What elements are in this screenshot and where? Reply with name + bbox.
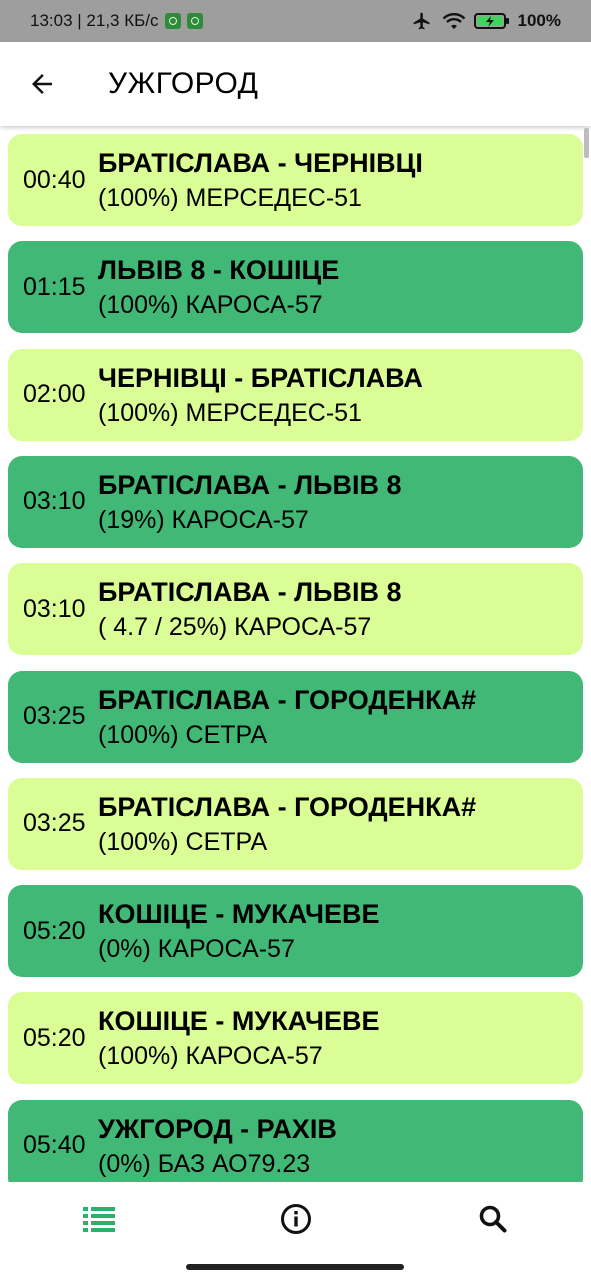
trip-route: БРАТІСЛАВА - ЧЕРНІВЦІ [98, 148, 423, 178]
trip-route: БРАТІСЛАВА - ЛЬВІВ 8 [98, 469, 402, 500]
trip-bus: (0%) БАЗ АО79.23 [98, 1149, 311, 1178]
trip-card[interactable]: 00:40 БРАТІСЛАВА - ЧЕРНІВЦІ (100%) МЕРСЕДЕ… [8, 134, 583, 226]
trip-time: 00:40 [23, 165, 86, 194]
info-icon [280, 1204, 311, 1234]
nav-search-button[interactable] [443, 1182, 543, 1256]
app-bar: УЖГОРОД [0, 42, 591, 126]
trip-bus: ( 4.7 / 25%) КАРОСА-57 [98, 613, 372, 642]
trip-info: КОШІЦЕ - МУКАЧЕВЕ (100%) КАРОСА-57 [98, 1003, 380, 1073]
trip-route: КОШІЦЕ - МУКАЧЕВЕ [98, 899, 380, 930]
trip-card[interactable]: 03:25 БРАТІСЛАВА - ГОРОДЕНКА# (100%) СЕТРА [8, 670, 583, 763]
trip-route: ЧЕРНІВЦІ - БРАТІСЛАВА [98, 362, 423, 393]
trip-card[interactable]: 05:20 КОШІЦЕ - МУКАЧЕВЕ (0%) КАРОСА-57 [8, 885, 583, 978]
trip-list[interactable]: 00:40 БРАТІСЛАВА - ЧЕРНІВЦІ (100%) МЕРСЕДЕ… [0, 126, 591, 1182]
trip-info: БРАТІСЛАВА - ГОРОДЕНКА# (100%) СЕТРА [98, 789, 476, 859]
trip-time: 03:25 [23, 702, 86, 730]
status-left: 13:03 | 21,3 КБ/с [30, 11, 203, 31]
back-button[interactable] [0, 42, 84, 126]
search-icon [479, 1205, 506, 1233]
trip-route: ЛЬВІВ 8 - КОШІЦЕ [98, 255, 340, 286]
trip-card[interactable]: 03:25 БРАТІСЛАВА - ГОРОДЕНКА# (100%) СЕТРА [8, 777, 583, 870]
home-indicator[interactable] [186, 1264, 404, 1270]
wifi-icon [442, 13, 465, 29]
trip-time: 03:10 [23, 594, 86, 623]
app-notification-icon [164, 13, 181, 29]
trip-card[interactable]: 02:00 ЧЕРНІВЦІ - БРАТІСЛАВА (100%) МЕРСЕДЕ… [8, 348, 583, 441]
trip-route: КОШІЦЕ - МУКАЧЕВЕ [98, 1006, 380, 1037]
trip-bus: (100%) СЕТРА [98, 720, 268, 749]
trip-bus: (0%) КАРОСА-57 [98, 935, 295, 964]
trip-bus: (19%) КАРОСА-57 [98, 505, 309, 534]
page-title: УЖГОРОД [108, 67, 259, 100]
list-icon [82, 1207, 115, 1232]
airplane-icon [413, 12, 430, 30]
battery-charging-icon [473, 13, 509, 29]
trip-card[interactable]: 05:40 УЖГОРОД - РАХІВ (0%) БАЗ АО79.23 [8, 1099, 583, 1182]
trip-time: 05:20 [23, 1023, 86, 1052]
trip-time: 05:20 [23, 916, 86, 945]
trip-info: ЛЬВІВ 8 - КОШІЦЕ (100%) КАРОСА-57 [98, 252, 339, 322]
trip-card[interactable]: 03:10 БРАТІСЛАВА - ЛЬВІВ 8 ( 4.7 / 25%) КА… [8, 563, 583, 656]
trip-info: КОШІЦЕ - МУКАЧЕВЕ (0%) КАРОСА-57 [98, 896, 380, 966]
nav-info-button[interactable] [246, 1182, 346, 1256]
trip-route: БРАТІСЛАВА - ГОРОДЕНКА# [98, 791, 477, 822]
trip-time: 03:10 [23, 487, 86, 516]
trip-info: ЧЕРНІВЦІ - БРАТІСЛАВА (100%) МЕРСЕДЕС-51 [98, 360, 423, 430]
trip-info: БРАТІСЛАВА - ЛЬВІВ 8 (19%) КАРОСА-57 [98, 467, 401, 537]
trip-bus: (100%) МЕРСЕДЕС-51 [98, 184, 362, 212]
nav-list-button[interactable] [49, 1182, 149, 1256]
trip-route: УЖГОРОД - РАХІВ [98, 1113, 337, 1144]
trip-info: УЖГОРОД - РАХІВ (0%) БАЗ АО79.23 [98, 1111, 337, 1181]
trip-time: 02:00 [23, 380, 86, 409]
app-notification-icon-2 [186, 13, 203, 29]
trip-time: 05:40 [23, 1131, 86, 1160]
trip-info: БРАТІСЛАВА - ЛЬВІВ 8 ( 4.7 / 25%) КАРОСА-… [98, 574, 401, 644]
trip-time: 03:25 [23, 809, 86, 838]
battery-level: 100% [517, 11, 561, 30]
trip-card[interactable]: 05:20 КОШІЦЕ - МУКАЧЕВЕ (100%) КАРОСА-57 [8, 992, 583, 1085]
trip-bus: (100%) КАРОСА-57 [98, 1042, 323, 1071]
trip-route: БРАТІСЛАВА - ГОРОДЕНКА# [98, 684, 477, 715]
trip-bus: (100%) МЕРСЕДЕС-51 [98, 398, 362, 427]
status-time: 13:03 | 21,3 КБ/с [30, 11, 159, 30]
status-bar: 13:03 | 21,3 КБ/с 100% [0, 0, 591, 42]
trip-bus: (100%) КАРОСА-57 [98, 291, 323, 320]
trip-info: БРАТІСЛАВА - ЧЕРНІВЦІ (100%) МЕРСЕДЕС-51 [98, 145, 423, 215]
arrow-left-icon [32, 74, 52, 94]
scrollbar[interactable] [584, 128, 589, 158]
trip-info: БРАТІСЛАВА - ГОРОДЕНКА# (100%) СЕТРА [98, 682, 476, 752]
trip-bus: (100%) СЕТРА [98, 827, 268, 856]
trip-card[interactable]: 01:15 ЛЬВІВ 8 - КОШІЦЕ (100%) КАРОСА-57 [8, 241, 583, 334]
trip-card[interactable]: 03:10 БРАТІСЛАВА - ЛЬВІВ 8 (19%) КАРОСА-57 [8, 455, 583, 548]
trip-route: БРАТІСЛАВА - ЛЬВІВ 8 [98, 577, 402, 608]
status-right: 100% [410, 11, 561, 31]
trip-time: 01:15 [23, 272, 86, 301]
